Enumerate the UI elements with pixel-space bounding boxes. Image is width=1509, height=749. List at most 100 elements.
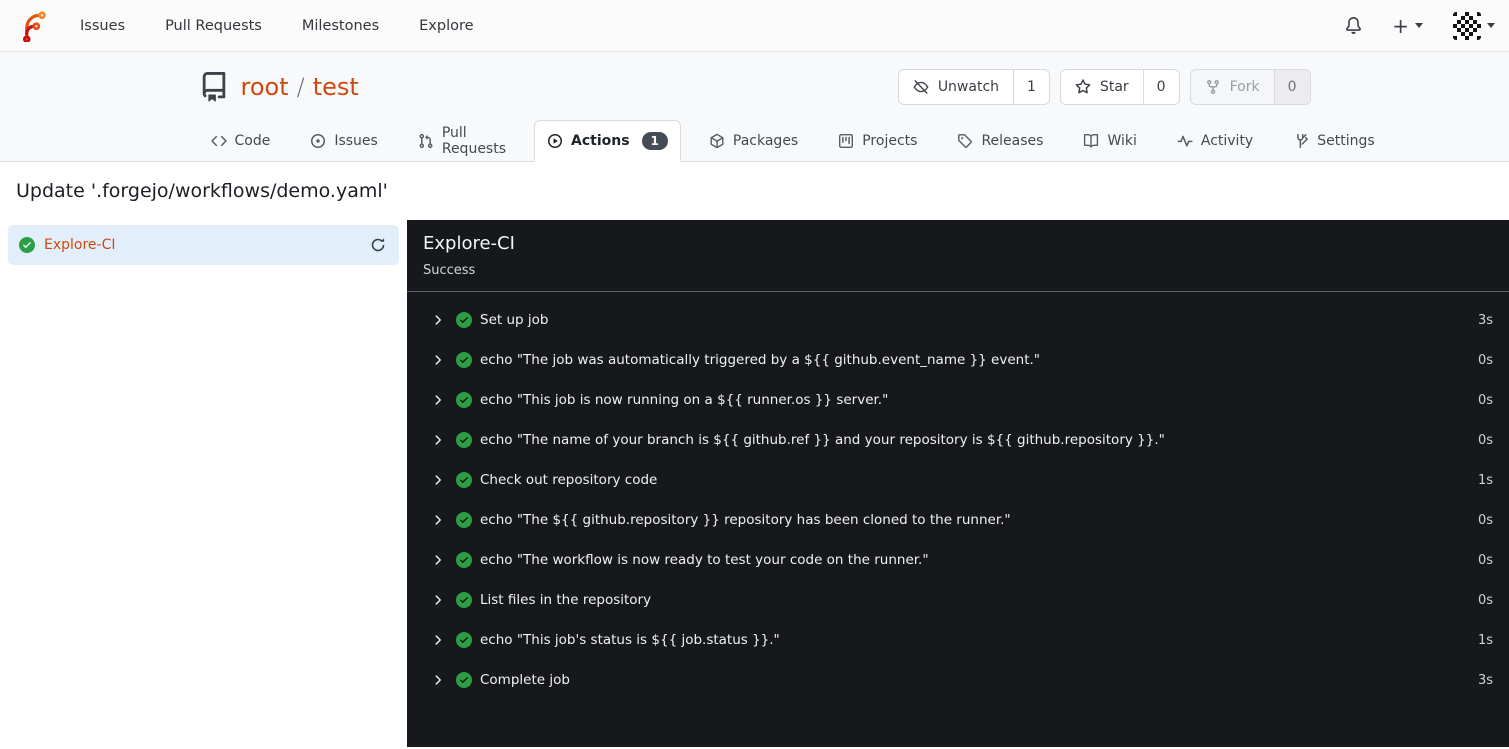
navbar-link-explore[interactable]: Explore xyxy=(417,12,475,40)
issue-icon xyxy=(310,133,326,149)
step-name: echo "This job's status is ${{ job.statu… xyxy=(480,632,780,648)
step-success-icon xyxy=(456,432,472,448)
top-navbar: Issues Pull Requests Milestones Explore … xyxy=(0,0,1509,52)
fork-button: Fork 0 xyxy=(1189,69,1311,105)
chevron-right-icon xyxy=(431,433,445,447)
tab-releases[interactable]: Releases xyxy=(945,120,1055,161)
step-name: echo "This job is now running on a ${{ r… xyxy=(480,392,889,408)
step-name: Check out repository code xyxy=(480,472,658,488)
repo-action-count[interactable]: 1 xyxy=(1013,70,1049,104)
step-success-icon xyxy=(456,352,472,368)
play-circle-icon xyxy=(547,133,563,149)
code-icon xyxy=(210,133,227,149)
step-name: echo "The ${{ github.repository }} repos… xyxy=(480,512,1011,528)
tab-settings[interactable]: Settings xyxy=(1281,120,1386,161)
repo-action-buttons: Unwatch 1 Star 0 Fork 0 xyxy=(897,69,1311,105)
tab-projects[interactable]: Projects xyxy=(826,120,929,161)
repo-title-slash: / xyxy=(296,73,305,101)
step-duration: 1s xyxy=(1477,632,1493,648)
chevron-right-icon xyxy=(431,473,445,487)
tab-activity[interactable]: Activity xyxy=(1165,120,1265,161)
tag-icon xyxy=(957,133,973,149)
repo-header: root / test Unwatch 1 Star 0 Fork 0 Code… xyxy=(0,52,1509,162)
step-name: echo "The job was automatically triggere… xyxy=(480,352,1040,368)
package-icon xyxy=(709,133,725,149)
unwatch-button[interactable]: Unwatch 1 xyxy=(897,69,1050,105)
step-row-2[interactable]: echo "The job was automatically triggere… xyxy=(407,340,1509,380)
tab-count-badge: 1 xyxy=(641,132,668,150)
repo-action-count[interactable]: 0 xyxy=(1142,70,1179,104)
chevron-right-icon xyxy=(431,393,445,407)
step-row-9[interactable]: echo "This job's status is ${{ job.statu… xyxy=(407,620,1509,660)
step-duration: 0s xyxy=(1477,512,1493,528)
step-success-icon xyxy=(456,552,472,568)
chevron-down-icon xyxy=(1487,23,1495,28)
repo-action-count[interactable]: 0 xyxy=(1273,70,1310,104)
job-name: Explore-CI xyxy=(44,237,116,253)
rerun-job-button[interactable] xyxy=(368,235,388,255)
step-duration: 0s xyxy=(1477,352,1493,368)
project-icon xyxy=(838,133,854,149)
step-name: Set up job xyxy=(480,312,549,328)
user-menu-button[interactable] xyxy=(1453,11,1495,40)
actions-run-page: Update '.forgejo/workflows/demo.yaml' Ex… xyxy=(0,178,1509,747)
create-new-button[interactable]: + xyxy=(1392,16,1423,36)
step-duration: 0s xyxy=(1477,592,1493,608)
job-item-explore-ci[interactable]: Explore-CI xyxy=(8,225,399,265)
navbar-link-milestones[interactable]: Milestones xyxy=(300,12,381,40)
navbar-link-issues[interactable]: Issues xyxy=(78,12,127,40)
step-row-6[interactable]: echo "The ${{ github.repository }} repos… xyxy=(407,500,1509,540)
chevron-right-icon xyxy=(431,353,445,367)
star-button[interactable]: Star 0 xyxy=(1059,69,1180,105)
step-duration: 3s xyxy=(1477,672,1493,688)
tools-icon xyxy=(1293,133,1309,149)
tab-wiki[interactable]: Wiki xyxy=(1071,120,1148,161)
step-row-7[interactable]: echo "The workflow is now ready to test … xyxy=(407,540,1509,580)
fork-icon xyxy=(1205,79,1221,95)
step-success-icon xyxy=(456,312,472,328)
chevron-right-icon xyxy=(431,553,445,567)
job-log-header: Explore-CI Success xyxy=(407,220,1509,292)
step-duration: 0s xyxy=(1477,432,1493,448)
step-success-icon xyxy=(456,592,472,608)
forgejo-logo[interactable] xyxy=(20,10,50,42)
repo-title: root / test xyxy=(241,73,359,101)
step-success-icon xyxy=(456,512,472,528)
step-duration: 0s xyxy=(1477,552,1493,568)
navbar-link-pull-requests[interactable]: Pull Requests xyxy=(163,12,264,40)
tab-actions[interactable]: Actions 1 xyxy=(534,120,681,162)
step-row-4[interactable]: echo "The name of your branch is ${{ git… xyxy=(407,420,1509,460)
step-name: Complete job xyxy=(480,672,570,688)
run-title: Update '.forgejo/workflows/demo.yaml' xyxy=(16,180,388,202)
tab-pull-requests[interactable]: Pull Requests xyxy=(406,120,518,161)
step-name: List files in the repository xyxy=(480,592,652,608)
step-name: echo "The name of your branch is ${{ git… xyxy=(480,432,1165,448)
chevron-right-icon xyxy=(431,633,445,647)
step-success-icon xyxy=(456,632,472,648)
chevron-right-icon xyxy=(431,313,445,327)
bell-icon[interactable] xyxy=(1345,17,1362,34)
plus-icon: + xyxy=(1392,13,1409,38)
step-row-1[interactable]: Set up job 3s xyxy=(407,300,1509,340)
step-row-8[interactable]: List files in the repository 0s xyxy=(407,580,1509,620)
repo-tabs: Code Issues Pull Requests Actions 1 Pack… xyxy=(199,120,1375,162)
step-success-icon xyxy=(456,392,472,408)
step-row-5[interactable]: Check out repository code 1s xyxy=(407,460,1509,500)
pulse-icon xyxy=(1177,133,1193,149)
repo-owner-link[interactable]: root xyxy=(241,73,289,101)
step-duration: 1s xyxy=(1477,472,1493,488)
chevron-right-icon xyxy=(431,513,445,527)
step-duration: 0s xyxy=(1477,392,1493,408)
repo-name-link[interactable]: test xyxy=(313,73,359,101)
tab-packages[interactable]: Packages xyxy=(697,120,810,161)
step-row-10[interactable]: Complete job 3s xyxy=(407,660,1509,700)
chevron-right-icon xyxy=(431,593,445,607)
job-success-check-icon xyxy=(19,237,35,253)
tab-code[interactable]: Code xyxy=(199,120,283,161)
navbar-right: + xyxy=(1345,11,1495,40)
star-icon xyxy=(1075,79,1091,95)
step-row-3[interactable]: echo "This job is now running on a ${{ r… xyxy=(407,380,1509,420)
log-job-status: Success xyxy=(423,263,476,278)
job-log-panel: Explore-CI Success Set up job 3s echo "T… xyxy=(407,220,1509,747)
tab-issues[interactable]: Issues xyxy=(298,120,390,161)
